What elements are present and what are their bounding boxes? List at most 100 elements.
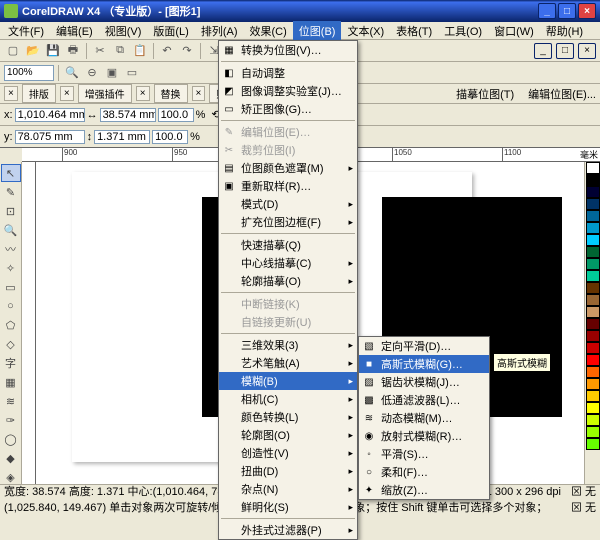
swatch[interactable] bbox=[586, 402, 600, 414]
menu-3[interactable]: 版面(L) bbox=[147, 21, 194, 41]
doc-close-button[interactable]: × bbox=[578, 43, 596, 59]
menu-item[interactable]: 相机(C) bbox=[219, 390, 357, 408]
menu-item[interactable]: 杂点(N) bbox=[219, 480, 357, 498]
sy-input[interactable] bbox=[152, 130, 188, 144]
menu-9[interactable]: 工具(O) bbox=[438, 21, 488, 41]
zoom-fit-icon[interactable]: ▣ bbox=[103, 64, 121, 82]
doc-min-button[interactable]: _ bbox=[534, 43, 552, 59]
crop-tool-icon[interactable]: ⊡ bbox=[1, 202, 21, 220]
y-input[interactable] bbox=[15, 130, 85, 144]
menu-item[interactable]: 模糊(B) bbox=[219, 372, 357, 390]
menu-item[interactable]: 轮廓描摹(O) bbox=[219, 272, 357, 290]
close-tab-button[interactable]: × bbox=[136, 86, 150, 101]
paste-icon[interactable]: 📋 bbox=[131, 42, 149, 60]
pick-tool-icon[interactable]: ↖ bbox=[1, 164, 21, 182]
doc-max-button[interactable]: □ bbox=[556, 43, 574, 59]
swatch[interactable] bbox=[586, 438, 600, 450]
swatch[interactable] bbox=[586, 186, 600, 198]
swatch[interactable] bbox=[586, 198, 600, 210]
swatch[interactable] bbox=[586, 330, 600, 342]
tab-layout[interactable]: 排版 bbox=[22, 84, 56, 103]
swatch[interactable] bbox=[586, 270, 600, 282]
menu-item[interactable]: ◉放射式模糊(R)… bbox=[359, 427, 489, 445]
menu-item[interactable]: ▦转换为位图(V)… bbox=[219, 41, 357, 59]
rectangle-tool-icon[interactable]: ▭ bbox=[1, 278, 21, 296]
eyedropper-icon[interactable]: ✑ bbox=[1, 411, 21, 429]
menu-10[interactable]: 窗口(W) bbox=[488, 21, 540, 41]
swatch[interactable] bbox=[586, 282, 600, 294]
undo-icon[interactable]: ↶ bbox=[158, 42, 176, 60]
new-icon[interactable]: ▢ bbox=[4, 42, 22, 60]
menu-item[interactable]: ▨锯齿状模糊(J)… bbox=[359, 373, 489, 391]
menu-8[interactable]: 表格(T) bbox=[390, 21, 438, 41]
close-tab-button[interactable]: × bbox=[4, 86, 18, 101]
menu-2[interactable]: 视图(V) bbox=[99, 21, 148, 41]
swatch[interactable] bbox=[586, 342, 600, 354]
blend-tool-icon[interactable]: ≋ bbox=[1, 392, 21, 410]
table-tool-icon[interactable]: ▦ bbox=[1, 373, 21, 391]
redo-icon[interactable]: ↷ bbox=[178, 42, 196, 60]
menu-item[interactable]: 颜色转换(L) bbox=[219, 408, 357, 426]
minimize-button[interactable]: _ bbox=[538, 3, 556, 19]
swatch[interactable] bbox=[586, 306, 600, 318]
menu-item[interactable]: 外挂式过滤器(P) bbox=[219, 521, 357, 539]
trace-bitmap-button[interactable]: 描摹位图(T) bbox=[456, 86, 514, 102]
menu-item[interactable]: 扭曲(D) bbox=[219, 462, 357, 480]
menu-5[interactable]: 效果(C) bbox=[244, 21, 293, 41]
menu-item[interactable]: 艺术笔触(A) bbox=[219, 354, 357, 372]
swatch[interactable] bbox=[586, 378, 600, 390]
menu-item[interactable]: ◦平滑(S)… bbox=[359, 445, 489, 463]
shape-tool-icon[interactable]: ✎ bbox=[1, 183, 21, 201]
menu-4[interactable]: 排列(A) bbox=[195, 21, 244, 41]
swatch[interactable] bbox=[586, 258, 600, 270]
swatch[interactable] bbox=[586, 414, 600, 426]
open-icon[interactable]: 📂 bbox=[24, 42, 42, 60]
menu-item[interactable]: 快速描摹(Q) bbox=[219, 236, 357, 254]
swatch[interactable] bbox=[586, 210, 600, 222]
print-icon[interactable]: 🖶 bbox=[64, 42, 82, 60]
fill-tool-icon[interactable]: ◆ bbox=[1, 449, 21, 467]
menu-6[interactable]: 位图(B) bbox=[293, 21, 342, 41]
text-tool-icon[interactable]: 字 bbox=[1, 354, 21, 372]
swatch[interactable] bbox=[586, 162, 600, 174]
menu-item[interactable]: 扩充位图边框(F) bbox=[219, 213, 357, 231]
menu-7[interactable]: 文本(X) bbox=[341, 21, 390, 41]
maximize-button[interactable]: □ bbox=[558, 3, 576, 19]
swatch[interactable] bbox=[586, 294, 600, 306]
menu-item[interactable]: ◧自动调整 bbox=[219, 64, 357, 82]
h-input[interactable] bbox=[94, 130, 150, 144]
zoom-page-icon[interactable]: ▭ bbox=[123, 64, 141, 82]
zoom-out-icon[interactable]: ⊖ bbox=[83, 64, 101, 82]
menu-item[interactable]: 创造性(V) bbox=[219, 444, 357, 462]
swatch[interactable] bbox=[586, 246, 600, 258]
menu-item[interactable]: ○柔和(F)… bbox=[359, 463, 489, 481]
edit-bitmap-button[interactable]: 编辑位图(E)... bbox=[528, 86, 596, 102]
sx-input[interactable] bbox=[158, 108, 194, 122]
menu-item[interactable]: ▧定向平滑(D)… bbox=[359, 337, 489, 355]
copy-icon[interactable]: ⧉ bbox=[111, 42, 129, 60]
swatch[interactable] bbox=[586, 366, 600, 378]
menu-item[interactable]: ▩低通滤波器(L)… bbox=[359, 391, 489, 409]
menu-item[interactable]: ▣重新取样(R)… bbox=[219, 177, 357, 195]
save-icon[interactable]: 💾 bbox=[44, 42, 62, 60]
basic-shapes-icon[interactable]: ◇ bbox=[1, 335, 21, 353]
menu-11[interactable]: 帮助(H) bbox=[540, 21, 589, 41]
cut-icon[interactable]: ✂ bbox=[91, 42, 109, 60]
blur-submenu[interactable]: ▧定向平滑(D)…■高斯式模糊(G)…▨锯齿状模糊(J)…▩低通滤波器(L)…≋… bbox=[358, 336, 490, 500]
x-input[interactable] bbox=[15, 108, 85, 122]
menu-item[interactable]: ✦缩放(Z)… bbox=[359, 481, 489, 499]
swatch[interactable] bbox=[586, 234, 600, 246]
w-input[interactable] bbox=[100, 108, 156, 122]
close-button[interactable]: × bbox=[578, 3, 596, 19]
bitmap-menu[interactable]: ▦转换为位图(V)…◧自动调整◩图像调整实验室(J)…▭矫正图像(G)…✎编辑位… bbox=[218, 40, 358, 540]
freehand-tool-icon[interactable]: 〰 bbox=[1, 240, 21, 258]
swatch[interactable] bbox=[586, 390, 600, 402]
menu-item[interactable]: 模式(D) bbox=[219, 195, 357, 213]
menu-1[interactable]: 编辑(E) bbox=[50, 21, 99, 41]
ellipse-tool-icon[interactable]: ○ bbox=[1, 297, 21, 315]
polygon-tool-icon[interactable]: ⬠ bbox=[1, 316, 21, 334]
outline-tool-icon[interactable]: ◯ bbox=[1, 430, 21, 448]
swatch[interactable] bbox=[586, 426, 600, 438]
zoom-tool-icon[interactable]: 🔍 bbox=[1, 221, 21, 239]
swatch[interactable] bbox=[586, 354, 600, 366]
